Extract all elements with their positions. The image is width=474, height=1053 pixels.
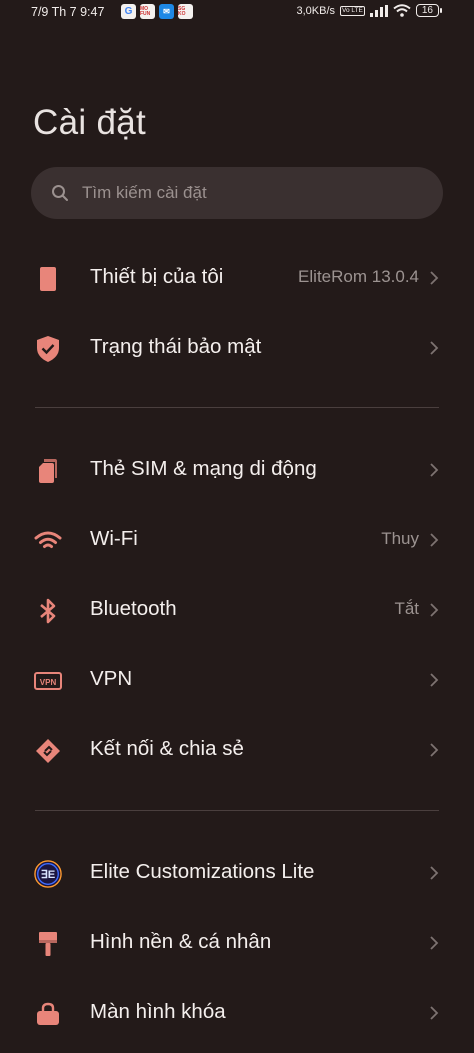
chevron-right-icon xyxy=(430,1006,439,1020)
signal-icon xyxy=(369,4,388,17)
wifi-status-icon xyxy=(393,4,411,17)
item-label: Thẻ SIM & mạng di động xyxy=(90,457,317,480)
search-placeholder: Tìm kiếm cài đặt xyxy=(82,183,207,202)
item-value: Tắt xyxy=(394,599,419,618)
chevron-right-icon xyxy=(430,533,439,547)
search-input[interactable]: Tìm kiếm cài đặt xyxy=(31,167,443,219)
vpn-icon: VPN xyxy=(34,667,62,695)
settings-item-vpn[interactable]: VPN VPN xyxy=(0,645,474,715)
mo-fun-app-icon: MO FUN xyxy=(140,4,155,19)
item-value: EliteRom 13.0.4 xyxy=(298,267,419,286)
wallpaper-brush-icon xyxy=(34,930,62,958)
chevron-right-icon xyxy=(430,341,439,355)
status-indicators: 3,0KB/s Vo LTE 16 xyxy=(296,4,443,17)
status-bar: 7/9 Th 7 9:47 G MO FUN ✉ SG KO 3,0KB/s V… xyxy=(0,0,474,26)
svg-text:∃E: ∃E xyxy=(41,869,56,881)
phone-icon xyxy=(34,265,62,293)
item-label: Kết nối & chia sẻ xyxy=(90,737,244,760)
chevron-right-icon xyxy=(430,271,439,285)
settings-item-sim[interactable]: Thẻ SIM & mạng di động xyxy=(0,435,474,505)
connection-share-icon xyxy=(34,737,62,765)
bluetooth-icon xyxy=(34,597,62,625)
item-label: Elite Customizations Lite xyxy=(90,860,315,883)
search-icon xyxy=(52,185,68,201)
chevron-right-icon xyxy=(430,743,439,757)
chevron-right-icon xyxy=(430,603,439,617)
item-value: Thuy xyxy=(381,529,419,548)
divider xyxy=(35,810,439,811)
sim-card-icon xyxy=(34,457,62,485)
volte-badge: Vo LTE xyxy=(340,5,365,16)
status-time: 7/9 Th 7 9:47 xyxy=(31,5,105,19)
page-title: Cài đặt xyxy=(33,103,146,142)
chevron-right-icon xyxy=(430,673,439,687)
settings-item-security-status[interactable]: Trạng thái bảo mật xyxy=(0,313,474,383)
sapo-app-icon: SG KO xyxy=(178,4,193,19)
settings-item-bluetooth[interactable]: Bluetooth Tắt xyxy=(0,575,474,645)
settings-item-lock-screen[interactable]: Màn hình khóa xyxy=(0,978,474,1048)
settings-item-wifi[interactable]: Wi-Fi Thuy xyxy=(0,505,474,575)
chevron-right-icon xyxy=(430,463,439,477)
network-speed: 3,0KB/s xyxy=(296,4,336,17)
battery-icon: 16 xyxy=(415,4,443,17)
chevron-right-icon xyxy=(430,866,439,880)
notification-icons: G MO FUN ✉ SG KO xyxy=(121,4,193,19)
item-label: Thiết bị của tôi xyxy=(90,265,224,288)
divider xyxy=(35,407,439,408)
settings-item-connection-sharing[interactable]: Kết nối & chia sẻ xyxy=(0,715,474,785)
settings-item-my-device[interactable]: Thiết bị của tôi EliteRom 13.0.4 xyxy=(0,243,474,313)
item-label: Bluetooth xyxy=(90,597,177,620)
item-label: VPN xyxy=(90,667,133,690)
item-label: Trạng thái bảo mật xyxy=(90,335,262,358)
settings-item-wallpaper-personalization[interactable]: Hình nền & cá nhân xyxy=(0,908,474,978)
item-label: Wi-Fi xyxy=(90,527,138,550)
lock-screen-icon xyxy=(34,1000,62,1028)
settings-item-elite-customizations[interactable]: ∃E Elite Customizations Lite xyxy=(0,838,474,908)
item-label: Hình nền & cá nhân xyxy=(90,930,272,953)
google-app-icon: G xyxy=(121,4,136,19)
wifi-icon xyxy=(34,527,62,555)
messenger-app-icon: ✉ xyxy=(159,4,174,19)
shield-check-icon xyxy=(34,335,62,363)
elite-logo-icon: ∃E xyxy=(34,860,62,888)
chevron-right-icon xyxy=(430,936,439,950)
svg-text:VPN: VPN xyxy=(40,678,57,687)
item-label: Màn hình khóa xyxy=(90,1000,226,1023)
